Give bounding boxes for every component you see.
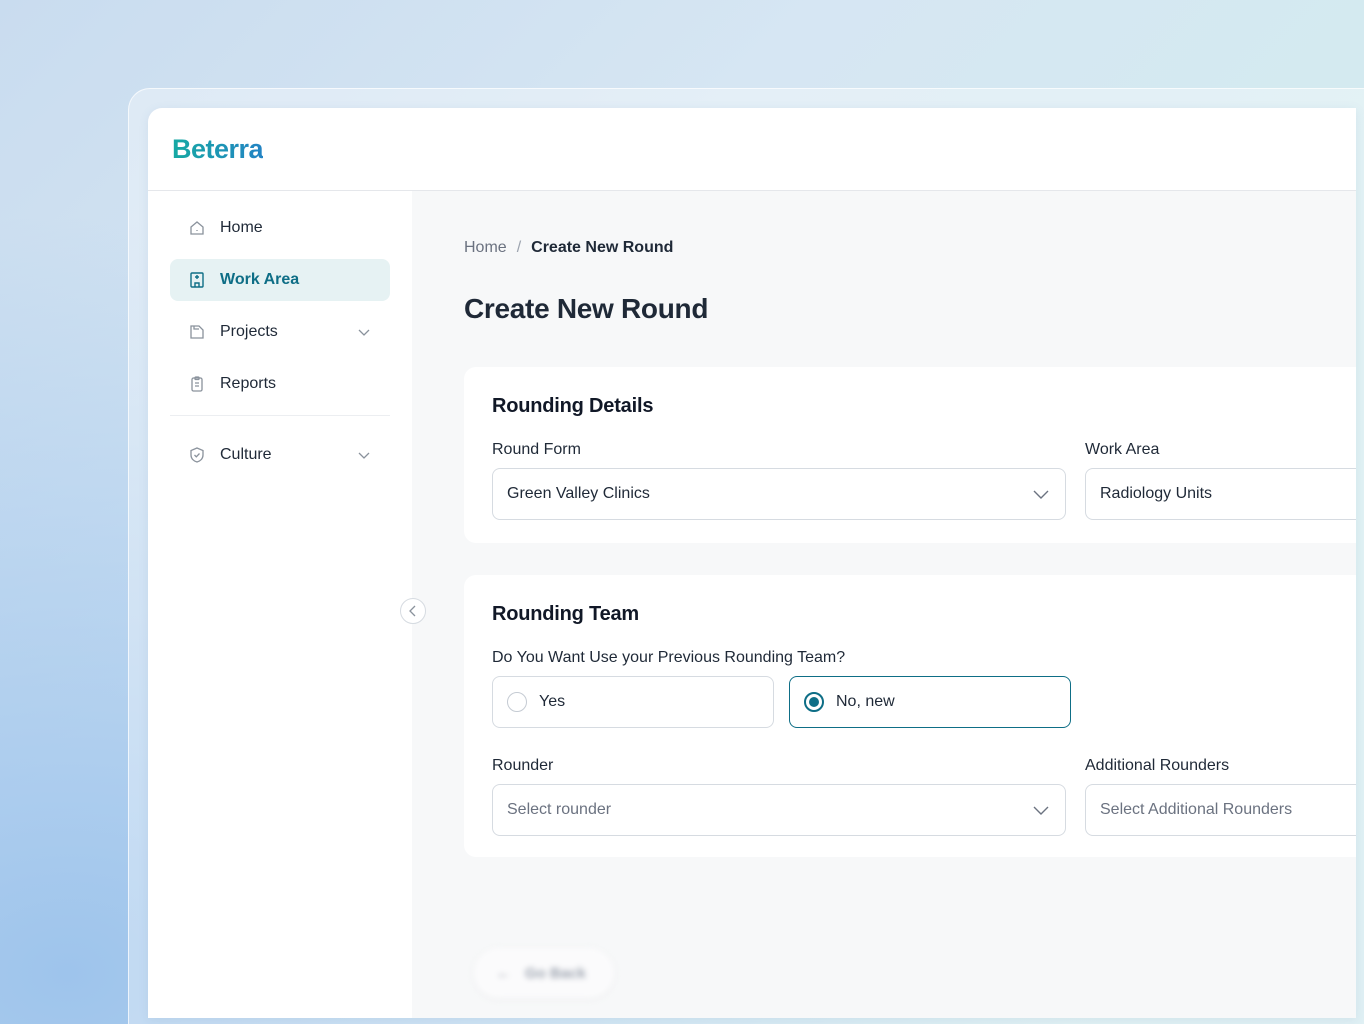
sidebar-item-projects[interactable]: Projects <box>170 311 390 353</box>
breadcrumb-separator: / <box>516 239 522 256</box>
folder-icon <box>188 323 206 341</box>
chevron-down-icon[interactable] <box>356 447 372 463</box>
rounding-details-card: Rounding Details Round Form Green Valley… <box>464 367 1356 543</box>
sidebar-collapse-button[interactable] <box>400 598 426 624</box>
work-area-value: Radiology Units <box>1100 485 1213 502</box>
sidebar-divider <box>170 415 390 416</box>
radio-label: Yes <box>539 693 566 710</box>
building-icon <box>188 271 206 289</box>
sidebar-item-label: Home <box>220 219 263 236</box>
additional-rounders-label: Additional Rounders <box>1085 757 1230 774</box>
rounder-placeholder: Select rounder <box>507 801 612 818</box>
page-title: Create New Round <box>464 293 709 324</box>
shield-icon <box>188 446 206 464</box>
additional-rounders-select[interactable]: Select Additional Rounders <box>1085 784 1356 836</box>
chevron-down-icon <box>1031 484 1051 504</box>
additional-rounders-placeholder: Select Additional Rounders <box>1100 801 1293 818</box>
app-window: Beterra Home Work Area Projects Reports … <box>148 108 1356 1018</box>
breadcrumb-home-link[interactable]: Home <box>464 239 507 257</box>
sidebar-item-label: Work Area <box>220 271 300 288</box>
rounding-team-card: Rounding Team Do You Want Use your Previ… <box>464 575 1356 857</box>
sidebar-item-culture[interactable]: Culture <box>170 434 390 476</box>
previous-team-question: Do You Want Use your Previous Rounding T… <box>492 649 846 666</box>
radio-indicator[interactable] <box>804 692 824 712</box>
sidebar-item-reports[interactable]: Reports <box>170 363 390 405</box>
radio-option-no-new[interactable]: No, new <box>789 676 1071 728</box>
chevron-down-icon[interactable] <box>356 324 372 340</box>
radio-label: No, new <box>836 693 895 710</box>
sidebar-item-label: Culture <box>220 446 272 463</box>
sidebar-item-home[interactable]: Home <box>170 207 390 249</box>
chevron-down-icon <box>1031 800 1051 820</box>
round-form-label: Round Form <box>492 441 581 458</box>
rounding-details-title: Rounding Details <box>492 395 654 417</box>
home-icon <box>188 219 206 237</box>
rounder-select[interactable]: Select rounder <box>492 784 1066 836</box>
work-area-select[interactable]: Radiology Units <box>1085 468 1356 520</box>
chevron-left-icon <box>406 604 420 618</box>
sidebar-item-label: Projects <box>220 323 278 340</box>
sidebar-item-work-area[interactable]: Work Area <box>170 259 390 301</box>
radio-option-yes[interactable]: Yes <box>492 676 774 728</box>
go-back-button[interactable]: ← Go Back <box>474 948 614 998</box>
sidebar: Home Work Area Projects Reports Culture <box>148 191 412 1018</box>
arrow-left-icon: ← <box>496 964 511 982</box>
top-bar: Beterra <box>148 108 1356 191</box>
round-form-value: Green Valley Clinics <box>507 485 650 502</box>
round-form-select[interactable]: Green Valley Clinics <box>492 468 1066 520</box>
rounding-team-title: Rounding Team <box>492 603 640 625</box>
main-content: Home / Create New Round Create New Round… <box>412 191 1356 1018</box>
brand-logo[interactable]: Beterra <box>172 134 264 165</box>
go-back-label: Go Back <box>525 964 586 982</box>
clipboard-icon <box>188 375 206 393</box>
sidebar-item-label: Reports <box>220 375 277 392</box>
breadcrumb-current: Create New Round <box>531 239 674 256</box>
breadcrumb: Home / Create New Round <box>464 239 673 257</box>
rounder-label: Rounder <box>492 757 554 774</box>
radio-indicator[interactable] <box>507 692 527 712</box>
work-area-label: Work Area <box>1085 441 1160 458</box>
